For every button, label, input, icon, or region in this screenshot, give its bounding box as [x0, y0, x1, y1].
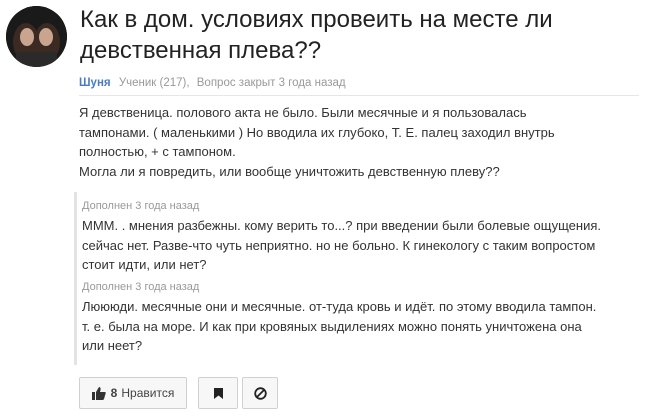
thumbs-up-icon: [91, 386, 106, 400]
block-button[interactable]: [242, 377, 278, 409]
question-text-line: Я девственица. полового акта не было. Бы…: [79, 105, 527, 120]
divider: [79, 95, 639, 96]
question-additions: Дополнен 3 года назад МММ. . мнения разб…: [74, 192, 640, 365]
bookmark-icon: [213, 387, 223, 399]
author-link[interactable]: Шуня: [79, 77, 111, 89]
question-text-line: тампонами. ( маленькими ) Но вводила их …: [79, 124, 555, 140]
bookmark-button[interactable]: [198, 377, 238, 409]
question-title-line-1: Как в дом. условиях провеить на месте ли: [80, 6, 553, 33]
addition-label: Дополнен 3 года назад: [82, 281, 200, 293]
avatar[interactable]: [6, 6, 67, 67]
addition-text-line: т. е. была на море. И как при кровяных в…: [82, 318, 582, 334]
addition-text: Люююди. месячные они и месячные. от-туда…: [82, 297, 642, 356]
like-count: 8: [110, 386, 118, 400]
block-icon: [253, 386, 267, 400]
addition-text: МММ. . мнения разбежны. кому верить то..…: [82, 216, 642, 275]
like-label: Нравится: [121, 386, 175, 400]
addition-text-line: сейчас нет. Разве-что чуть неприятно. но…: [82, 237, 596, 253]
addition-text-line: стоит идти, или нет?: [82, 257, 207, 272]
question-title-line-2: девственная плева??: [80, 37, 322, 64]
avatar-image: [6, 6, 67, 67]
addition-text-line: или неет?: [82, 338, 143, 353]
question-body: Я девственица. полового акта не было. Бы…: [79, 103, 639, 181]
addition-text-line: МММ. . мнения разбежны. кому верить то..…: [82, 218, 601, 233]
author-level: Ученик (217),: [118, 77, 190, 89]
question-status: Вопрос закрыт 3 года назад: [196, 77, 346, 89]
question-title: Как в дом. условиях провеить на месте ли…: [80, 4, 620, 66]
addition-text-line: Люююди. месячные они и месячные. от-туда…: [82, 299, 597, 314]
question-text-line: Могла ли я повредить, или вообще уничтож…: [79, 163, 500, 179]
question-meta: Шуня Ученик (217), Вопрос закрыт 3 года …: [79, 77, 346, 89]
addition-label: Дополнен 3 года назад: [82, 200, 200, 212]
like-button[interactable]: 8 Нравится: [79, 377, 187, 409]
question-text-line: полностью, + с тампоном.: [79, 144, 236, 159]
